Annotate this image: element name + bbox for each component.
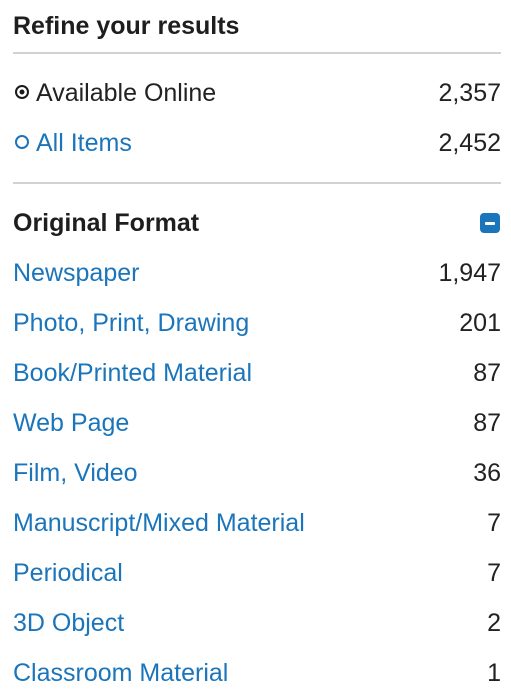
format-count-3d-object: 2 <box>487 608 501 637</box>
format-item-3d-object[interactable]: 3D Object 2 <box>13 598 501 648</box>
all-items-count: 2,452 <box>438 128 501 157</box>
available-online-label[interactable]: Available Online <box>36 79 216 108</box>
format-count-film-video: 36 <box>473 458 501 487</box>
original-format-list: Newspaper 1,947 Photo, Print, Drawing 20… <box>13 248 501 698</box>
format-item-photo-print-drawing[interactable]: Photo, Print, Drawing 201 <box>13 298 501 348</box>
original-format-title: Original Format <box>13 208 200 237</box>
availability-option-available-online[interactable]: Available Online 2,357 <box>13 68 501 118</box>
format-link-photo-print-drawing[interactable]: Photo, Print, Drawing <box>13 309 249 338</box>
format-item-classroom-material[interactable]: Classroom Material 1 <box>13 648 501 698</box>
available-online-radio-option[interactable]: Available Online <box>13 79 216 108</box>
available-online-count: 2,357 <box>438 78 501 107</box>
format-link-newspaper[interactable]: Newspaper <box>13 259 139 288</box>
format-count-classroom-material: 1 <box>487 658 501 687</box>
format-link-classroom-material[interactable]: Classroom Material <box>13 659 228 688</box>
refine-results-title: Refine your results <box>13 12 240 40</box>
format-count-periodical: 7 <box>487 558 501 587</box>
format-item-newspaper[interactable]: Newspaper 1,947 <box>13 248 501 298</box>
minus-square-icon[interactable] <box>480 213 500 233</box>
format-item-film-video[interactable]: Film, Video 36 <box>13 448 501 498</box>
format-count-web-page: 87 <box>473 408 501 437</box>
refine-results-panel: Refine your results Available Online 2,3… <box>0 0 511 689</box>
format-link-periodical[interactable]: Periodical <box>13 559 123 588</box>
format-link-film-video[interactable]: Film, Video <box>13 459 138 488</box>
format-link-web-page[interactable]: Web Page <box>13 409 129 438</box>
divider <box>13 182 501 184</box>
format-item-web-page[interactable]: Web Page 87 <box>13 398 501 448</box>
format-link-manuscript-mixed-material[interactable]: Manuscript/Mixed Material <box>13 509 305 538</box>
radio-unchecked-icon[interactable] <box>15 135 29 149</box>
availability-filter: Available Online 2,357 All Items 2,452 <box>13 54 501 182</box>
all-items-link[interactable]: All Items <box>36 129 132 158</box>
format-item-periodical[interactable]: Periodical 7 <box>13 548 501 598</box>
format-link-3d-object[interactable]: 3D Object <box>13 609 124 638</box>
format-item-book-printed-material[interactable]: Book/Printed Material 87 <box>13 348 501 398</box>
format-link-book-printed-material[interactable]: Book/Printed Material <box>13 359 252 388</box>
format-count-manuscript-mixed-material: 7 <box>487 508 501 537</box>
format-item-manuscript-mixed-material[interactable]: Manuscript/Mixed Material 7 <box>13 498 501 548</box>
radio-checked-icon[interactable] <box>15 85 29 99</box>
format-count-book-printed-material: 87 <box>473 358 501 387</box>
format-count-photo-print-drawing: 201 <box>459 308 501 337</box>
original-format-header: Original Format <box>13 198 501 248</box>
availability-option-all-items[interactable]: All Items 2,452 <box>13 118 501 168</box>
format-count-newspaper: 1,947 <box>438 258 501 287</box>
all-items-radio-option[interactable]: All Items <box>13 129 132 158</box>
